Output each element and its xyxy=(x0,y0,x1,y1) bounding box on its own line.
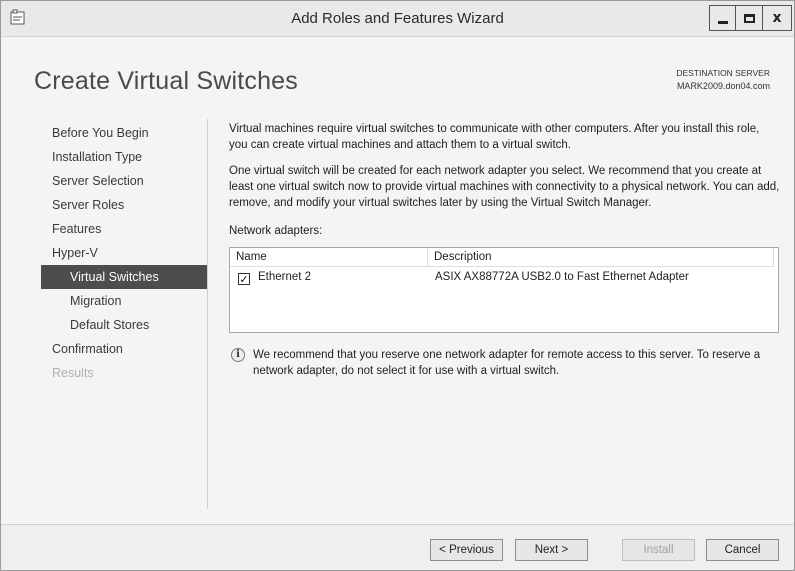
recommendation-note: i We recommend that you reserve one netw… xyxy=(231,347,781,379)
wizard-window: Add Roles and Features Wizard x Create V… xyxy=(0,0,795,571)
maximize-icon xyxy=(743,13,755,23)
nav-item-server-selection[interactable]: Server Selection xyxy=(41,169,207,193)
nav-divider xyxy=(207,119,208,509)
network-adapters-table: Name Description ✓ Ethernet 2 ASIX AX887… xyxy=(229,247,779,333)
nav-item-hyper-v[interactable]: Hyper-V xyxy=(41,241,207,265)
content-pane: Virtual machines require virtual switche… xyxy=(229,121,781,243)
close-icon: x xyxy=(772,10,782,26)
adapter-checkbox[interactable]: ✓ xyxy=(238,273,250,285)
nav-item-server-roles[interactable]: Server Roles xyxy=(41,193,207,217)
network-adapters-label: Network adapters: xyxy=(229,225,323,237)
column-header-name[interactable]: Name xyxy=(230,248,428,267)
nav-item-before-you-begin[interactable]: Before You Begin xyxy=(41,121,207,145)
close-button[interactable]: x xyxy=(763,5,792,31)
nav-item-installation-type[interactable]: Installation Type xyxy=(41,145,207,169)
install-button: Install xyxy=(622,539,695,561)
recommendation-text: We recommend that you reserve one networ… xyxy=(253,349,761,377)
nav-item-virtual-switches[interactable]: Virtual Switches xyxy=(41,265,207,289)
adapter-name: Ethernet 2 xyxy=(258,271,312,283)
nav-item-confirmation[interactable]: Confirmation xyxy=(41,337,207,361)
page-title: Create Virtual Switches xyxy=(34,67,298,95)
maximize-button[interactable] xyxy=(736,5,763,31)
table-row[interactable]: ✓ Ethernet 2 ASIX AX88772A USB2.0 to Fas… xyxy=(230,268,778,290)
previous-button[interactable]: < Previous xyxy=(430,539,503,561)
nav-item-results: Results xyxy=(52,366,94,380)
info-icon: i xyxy=(231,348,245,362)
title-bar: Add Roles and Features Wizard x xyxy=(1,1,794,37)
nav-item-migration[interactable]: Migration xyxy=(41,289,207,313)
footer-bar: < Previous Next > Install Cancel xyxy=(1,524,794,570)
switch-paragraph: One virtual switch will be created for e… xyxy=(229,165,780,209)
minimize-button[interactable] xyxy=(709,5,736,31)
wizard-nav: Before You Begin Installation Type Serve… xyxy=(41,121,207,385)
next-button[interactable]: Next > xyxy=(515,539,588,561)
window-title: Add Roles and Features Wizard xyxy=(291,10,504,27)
minimize-icon xyxy=(717,20,728,24)
destination-server-name: MARK2009.don04.com xyxy=(676,81,770,91)
destination-server-label: DESTINATION SERVER xyxy=(676,68,770,78)
adapter-description: ASIX AX88772A USB2.0 to Fast Ethernet Ad… xyxy=(435,271,689,283)
checkmark-icon: ✓ xyxy=(239,272,249,286)
nav-item-features[interactable]: Features xyxy=(41,217,207,241)
nav-item-default-stores[interactable]: Default Stores xyxy=(41,313,207,337)
intro-paragraph: Virtual machines require virtual switche… xyxy=(229,123,760,151)
column-header-description[interactable]: Description xyxy=(428,248,774,267)
cancel-button[interactable]: Cancel xyxy=(706,539,779,561)
